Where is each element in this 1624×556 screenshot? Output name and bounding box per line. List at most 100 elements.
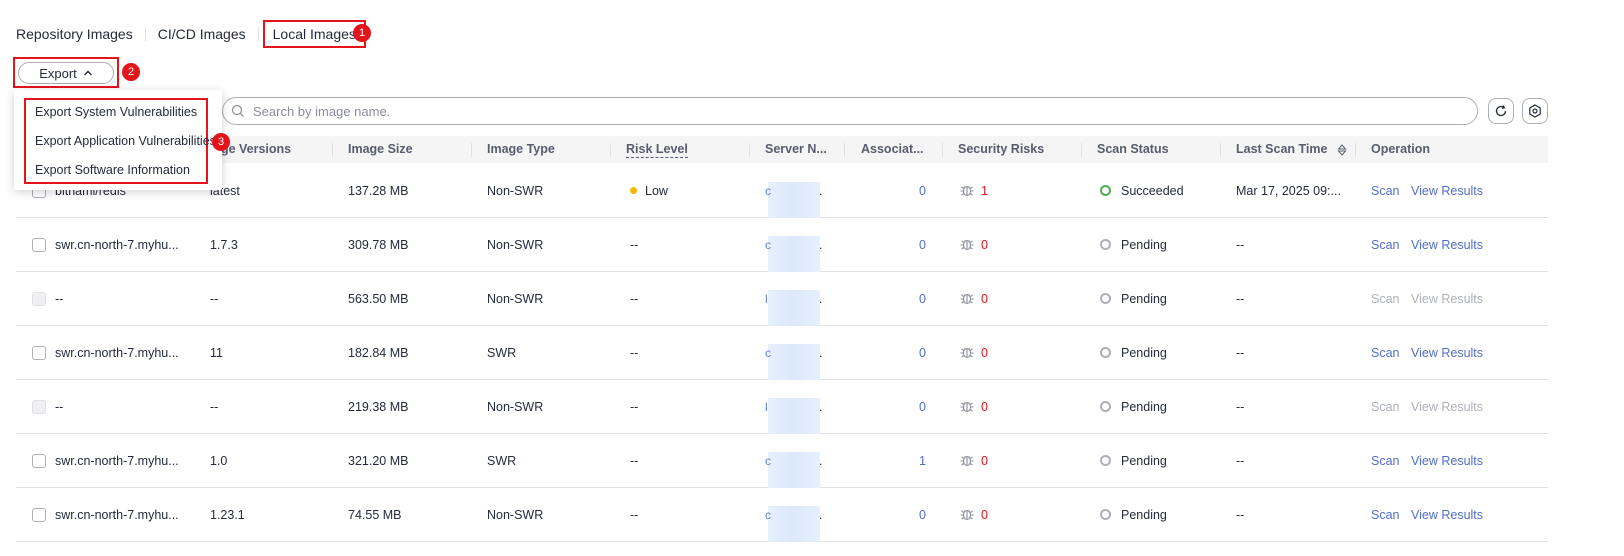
image-name: -- [55, 292, 64, 306]
scan-status-text: Pending [1121, 508, 1167, 522]
column-divider [610, 143, 611, 157]
image-size: 182.84 MB [348, 346, 409, 360]
associated-servers-link[interactable]: 0 [919, 218, 926, 272]
status-icon [1100, 509, 1111, 521]
refresh-button[interactable] [1488, 98, 1514, 124]
step-badge-3: 3 [212, 133, 230, 151]
column-risk-level[interactable]: Risk Level [626, 141, 688, 158]
export-button[interactable]: Export [18, 62, 114, 84]
view-results-link[interactable]: View Results [1411, 434, 1483, 488]
status-icon [1100, 185, 1111, 197]
sort-icon [1337, 143, 1347, 156]
security-risks[interactable]: 0 [959, 434, 988, 488]
column-divider [942, 143, 943, 157]
tab-repository-images[interactable]: Repository Images [16, 20, 145, 48]
server-name-redacted [768, 506, 820, 542]
associated-servers-link[interactable]: 0 [919, 488, 926, 542]
associated-servers-link[interactable]: 0 [919, 272, 926, 326]
bug-icon [960, 185, 974, 196]
search-input[interactable] [251, 102, 1355, 120]
menu-item-export-application-vulnerabilities[interactable]: Export Application Vulnerabilities [35, 134, 216, 148]
scan-status-text: Pending [1121, 400, 1167, 414]
table-row: swr.cn-north-7.myhu... 1.7.3 309.78 MB Non-… [16, 218, 1548, 272]
security-risk-count: 0 [981, 454, 988, 468]
menu-item-export-system-vulnerabilities[interactable]: Export System Vulnerabilities [35, 105, 197, 119]
scan-link[interactable]: Scan [1371, 218, 1400, 272]
row-checkbox [32, 292, 46, 306]
image-version: 1.0 [210, 454, 228, 468]
scan-link[interactable]: Scan [1371, 434, 1400, 488]
view-results-link[interactable]: View Results [1411, 164, 1483, 218]
risk-level: -- [630, 272, 638, 326]
associated-servers-link[interactable]: 0 [919, 380, 926, 434]
row-checkbox[interactable] [32, 346, 46, 360]
tab-cicd-images[interactable]: CI/CD Images [146, 20, 258, 48]
scan-link[interactable]: Scan [1371, 488, 1400, 542]
server-name-initial: c [765, 508, 771, 522]
scan-status: Pending [1100, 380, 1167, 434]
row-checkbox[interactable] [32, 508, 46, 522]
server-name-redacted [768, 182, 820, 218]
bug-icon [960, 293, 974, 304]
image-size: 563.50 MB [348, 292, 409, 306]
status-icon [1100, 293, 1111, 305]
column-image-type: Image Type [487, 142, 555, 156]
risk-level-text: -- [630, 400, 639, 414]
image-size: 74.55 MB [348, 508, 402, 522]
table-header: age Versions Image Size Image Type Risk … [16, 136, 1548, 163]
risk-level-text: -- [630, 346, 639, 360]
security-risk-count: 0 [981, 400, 988, 414]
column-last-scan-time[interactable]: Last Scan Time [1236, 136, 1347, 163]
column-associated: Associat... [861, 142, 924, 156]
export-dropdown-menu: Export System Vulnerabilities Export App… [14, 90, 222, 190]
search-icon [231, 104, 244, 117]
export-highlight: Export [13, 57, 119, 88]
bug-icon [960, 239, 974, 250]
associated-servers-link[interactable]: 0 [919, 164, 926, 218]
security-risks[interactable]: 0 [959, 218, 988, 272]
table-row: swr.cn-north-7.myhu... 1.0 321.20 MB SWR -- c… [16, 434, 1548, 488]
image-name: swr.cn-north-7.myhu... [55, 346, 179, 360]
scan-link[interactable]: Scan [1371, 326, 1400, 380]
view-results-link[interactable]: View Results [1411, 326, 1483, 380]
scan-link[interactable]: Scan [1371, 164, 1400, 218]
associated-servers-link[interactable]: 1 [919, 434, 926, 488]
settings-button[interactable] [1522, 98, 1548, 124]
security-risks[interactable]: 0 [959, 326, 988, 380]
row-checkbox[interactable] [32, 238, 46, 252]
status-icon [1100, 239, 1111, 251]
status-icon [1100, 401, 1111, 413]
bug-icon [960, 509, 974, 520]
view-results-link[interactable]: View Results [1411, 218, 1483, 272]
scan-status-text: Pending [1121, 454, 1167, 468]
security-risks[interactable]: 0 [959, 380, 988, 434]
associated-servers-link[interactable]: 0 [919, 326, 926, 380]
security-risks[interactable]: 1 [959, 164, 988, 218]
menu-item-export-software-information[interactable]: Export Software Information [35, 163, 190, 177]
status-icon [1100, 347, 1111, 359]
risk-level-text: -- [630, 454, 639, 468]
security-risks[interactable]: 0 [959, 488, 988, 542]
scan-status: Succeeded [1100, 164, 1184, 218]
scan-status: Pending [1100, 218, 1167, 272]
scan-status: Pending [1100, 272, 1167, 326]
security-risks[interactable]: 0 [959, 272, 988, 326]
scan-link: Scan [1371, 292, 1400, 306]
view-results-link[interactable]: View Results [1411, 488, 1483, 542]
risk-level: Low [630, 164, 668, 218]
image-size: 219.38 MB [348, 400, 409, 414]
image-name: -- [55, 400, 64, 414]
row-checkbox [32, 400, 46, 414]
image-type: Non-SWR [487, 508, 544, 522]
step-badge-2: 2 [122, 63, 140, 81]
image-version: 1.23.1 [210, 508, 245, 522]
bug-icon [960, 347, 974, 358]
tab-local-images[interactable]: Local Images [262, 20, 366, 48]
security-risk-count: 0 [981, 346, 988, 360]
risk-level-text: -- [630, 238, 639, 252]
server-name-initial: c [765, 454, 771, 468]
row-checkbox[interactable] [32, 454, 46, 468]
risk-level: -- [630, 434, 638, 488]
server-name-ellipsis: . [819, 400, 823, 414]
image-version: -- [210, 292, 219, 306]
